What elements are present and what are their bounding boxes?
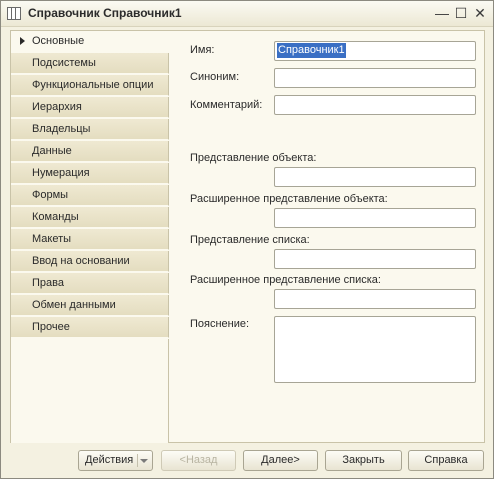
window-title: Справочник Справочник1 [28, 6, 182, 20]
nav-item-prochee[interactable]: Прочее [11, 317, 169, 338]
nav-item-label: Функциональные опции [32, 79, 154, 91]
nav-item-makety[interactable]: Макеты [11, 229, 169, 250]
nav-item-label: Формы [32, 189, 69, 201]
extended-object-presentation-field[interactable] [274, 208, 476, 228]
help-button[interactable]: Справка [408, 450, 484, 471]
nav-item-label: Иерархия [32, 101, 82, 113]
nav-item-label: Подсистемы [32, 57, 96, 69]
actions-label: Действия [85, 454, 134, 466]
maximize-icon[interactable]: ☐ [453, 5, 469, 21]
minimize-icon[interactable]: — [434, 5, 450, 21]
nav-item-dannye[interactable]: Данные [11, 141, 169, 162]
title-bar: Справочник Справочник1 — ☐ ✕ [1, 1, 493, 27]
dropdown-separator [137, 454, 138, 467]
list-presentation-field[interactable] [274, 249, 476, 269]
nav-item-label: Основные [32, 35, 85, 47]
nav-item-obmen-dannymi[interactable]: Обмен данными [11, 295, 169, 316]
nav-item-label: Команды [32, 211, 79, 223]
nav-item-prava[interactable]: Права [11, 273, 169, 294]
nav-item-podsistemy[interactable]: Подсистемы [11, 53, 169, 74]
nav-item-label: Ввод на основании [32, 255, 130, 267]
nav-item-formy[interactable]: Формы [11, 185, 169, 206]
nav-item-label: Владельцы [32, 123, 91, 135]
nav-item-vladelcy[interactable]: Владельцы [11, 119, 169, 140]
comment-field[interactable] [274, 95, 476, 115]
chevron-down-icon [140, 459, 148, 463]
name-label: Имя: [190, 44, 215, 56]
nav-item-label: Нумерация [32, 167, 90, 179]
nav-item-komandy[interactable]: Команды [11, 207, 169, 228]
object-presentation-field[interactable] [274, 167, 476, 187]
object-presentation-label: Представление объекта: [190, 152, 317, 164]
nav-item-label: Данные [32, 145, 72, 157]
nav-item-label: Обмен данными [32, 299, 116, 311]
extended-list-presentation-label: Расширенное представление списка: [190, 274, 381, 286]
catalog-icon [7, 7, 21, 20]
extended-object-presentation-label: Расширенное представление объекта: [190, 193, 388, 205]
actions-dropdown-button[interactable]: Действия [78, 450, 153, 471]
extended-list-presentation-field[interactable] [274, 289, 476, 309]
content-panel: Основные Подсистемы Функциональные опции… [10, 30, 485, 443]
nav-item-osnovnye[interactable]: Основные [11, 31, 169, 52]
explanation-field[interactable] [274, 316, 476, 383]
nav-item-ierarhiya[interactable]: Иерархия [11, 97, 169, 118]
comment-label: Комментарий: [190, 99, 263, 111]
nav-item-vvod-na-osnovanii[interactable]: Ввод на основании [11, 251, 169, 272]
next-button[interactable]: Далее> [243, 450, 318, 471]
catalog-window: Справочник Справочник1 — ☐ ✕ Основные По… [0, 0, 494, 479]
current-item-arrow-icon [20, 37, 25, 45]
nav-item-label: Права [32, 277, 64, 289]
explanation-label: Пояснение: [190, 318, 250, 330]
nav-item-label: Прочее [32, 321, 70, 333]
nav-empty-area [11, 339, 169, 443]
synonym-field[interactable] [274, 68, 476, 88]
close-icon[interactable]: ✕ [472, 5, 488, 21]
nav-item-numeraciya[interactable]: Нумерация [11, 163, 169, 184]
nav-item-funkcionalnye-opcii[interactable]: Функциональные опции [11, 75, 169, 96]
name-field-value: Справочник1 [277, 43, 346, 58]
synonym-label: Синоним: [190, 71, 240, 83]
list-presentation-label: Представление списка: [190, 234, 310, 246]
back-button[interactable]: <Назад [161, 450, 236, 471]
name-field[interactable]: Справочник1 [274, 41, 476, 61]
close-button[interactable]: Закрыть [325, 450, 402, 471]
nav-item-label: Макеты [32, 233, 72, 245]
